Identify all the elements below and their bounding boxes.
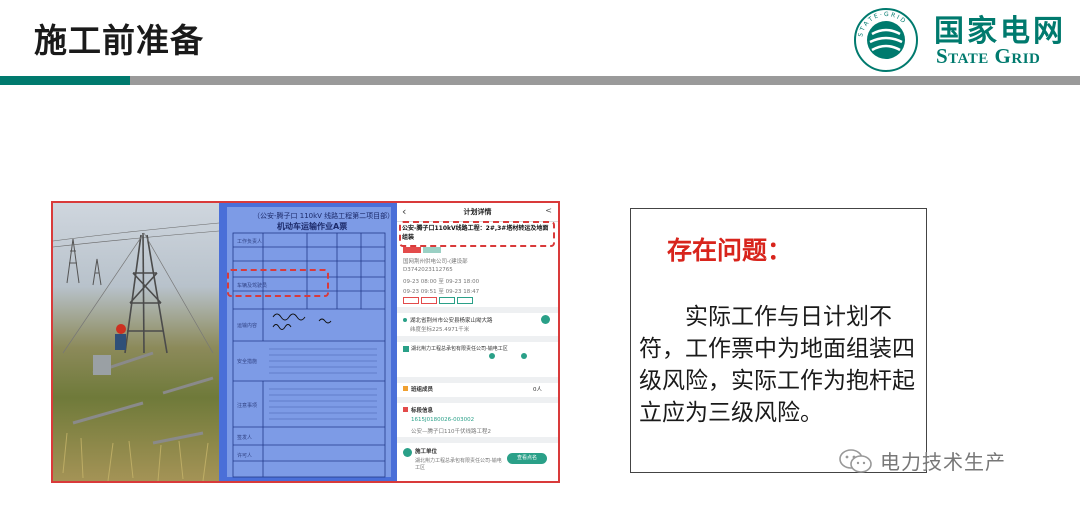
- section-desc: 公安—腾子口110千伏线路工程2: [411, 429, 491, 435]
- ticket-risk-highlight: [227, 269, 329, 297]
- svg-text:运输内容: 运输内容: [237, 322, 257, 329]
- actual-time: 09-23 09:51 至 09-23 18:47: [403, 289, 480, 295]
- site-address: 湖北省荆州市公安县杨家山坳大路: [410, 318, 493, 324]
- site-scene-image: [53, 222, 219, 481]
- svg-text:签发人: 签发人: [237, 434, 252, 441]
- svg-text:注意事项: 注意事项: [237, 402, 257, 409]
- location-pin-icon: [403, 318, 407, 322]
- header-divider-bar: [130, 76, 1080, 85]
- construction-site-photo: [53, 203, 219, 481]
- header-accent-bar: [0, 76, 130, 85]
- responsible-info: 湖北荆力工程总承包有限责任公司-输电工区: [411, 346, 508, 352]
- svg-text:安全措施: 安全措施: [237, 358, 257, 365]
- unit-icon: [403, 448, 412, 457]
- state-grid-emblem-icon: S T A T E · G R I D: [854, 8, 918, 72]
- view-roll-call-button[interactable]: 查看点名: [507, 453, 547, 464]
- person-icon: [403, 346, 409, 352]
- section-label: 标段信息: [411, 408, 434, 414]
- site-coords: 纬度坐标225.4971千米: [410, 327, 470, 333]
- tag-row: [403, 297, 473, 304]
- brand-name-en: State Grid: [936, 44, 1041, 68]
- group-label: 班组成员: [411, 387, 434, 393]
- evidence-photo-collage: （公安-腾子口 110kV 线路工程第二项目部） 机动车运输作业A票 工作负责人…: [51, 201, 560, 483]
- app-page-title: 计划详情: [463, 208, 492, 216]
- slide-title: 施工前准备: [34, 21, 204, 60]
- plan-time: 09-23 08:00 至 09-23 18:00: [403, 279, 480, 285]
- group-count: 0人: [533, 387, 542, 393]
- unit-desc: 湖北荆力工程总承包有限责任公司-输电工区: [415, 458, 502, 471]
- status-tag: [423, 247, 441, 253]
- wechat-icon: [839, 448, 872, 473]
- app-header: ‹ 计划详情 <: [397, 203, 558, 222]
- watermark-text: 电力技术生产: [880, 450, 1006, 474]
- work-ticket-photo: （公安-腾子口 110kV 线路工程第二项目部） 机动车运输作业A票 工作负责人…: [219, 203, 397, 481]
- navigate-icon[interactable]: [541, 315, 550, 324]
- svg-text:工作负责人: 工作负责人: [237, 238, 262, 245]
- issue-heading: 存在问题：: [667, 236, 793, 265]
- plan-detail-app-screenshot: ‹ 计划详情 < 公安-腾子口110kV线路工程：2#,3#塔材转运及地面组装 …: [397, 203, 558, 481]
- company-line: 国网荆州供电公司-(建设部: [403, 259, 468, 265]
- plan-name-highlight: [399, 221, 555, 247]
- contact-icon[interactable]: [489, 353, 495, 359]
- section-code[interactable]: 1615J0180026-003002: [411, 417, 474, 423]
- svg-text:许可人: 许可人: [237, 452, 252, 459]
- call-icon[interactable]: [521, 353, 527, 359]
- plan-number: D3742023112765: [403, 267, 453, 273]
- plan-tags: [403, 247, 441, 253]
- risk-tag: [403, 247, 421, 253]
- work-ticket-paper: （公安-腾子口 110kV 线路工程第二项目部） 机动车运输作业A票 工作负责人…: [227, 207, 395, 478]
- section-icon: [403, 407, 408, 412]
- watermark: 电力技术生产: [838, 446, 1006, 475]
- share-icon[interactable]: <: [545, 206, 552, 215]
- unit-label: 施工单位: [415, 449, 438, 455]
- issue-callout-box: 存在问题： 实际工作与日计划不符，工作票中为地面组装四级风险，实际工作为抱杆起立…: [630, 208, 927, 473]
- issue-description: 实际工作与日计划不符，工作票中为地面组装四级风险，实际工作为抱杆起立应为三级风险…: [639, 304, 915, 426]
- ticket-header: （公安-腾子口 110kV 线路工程第二项目部）: [253, 212, 395, 220]
- group-icon: [403, 386, 408, 391]
